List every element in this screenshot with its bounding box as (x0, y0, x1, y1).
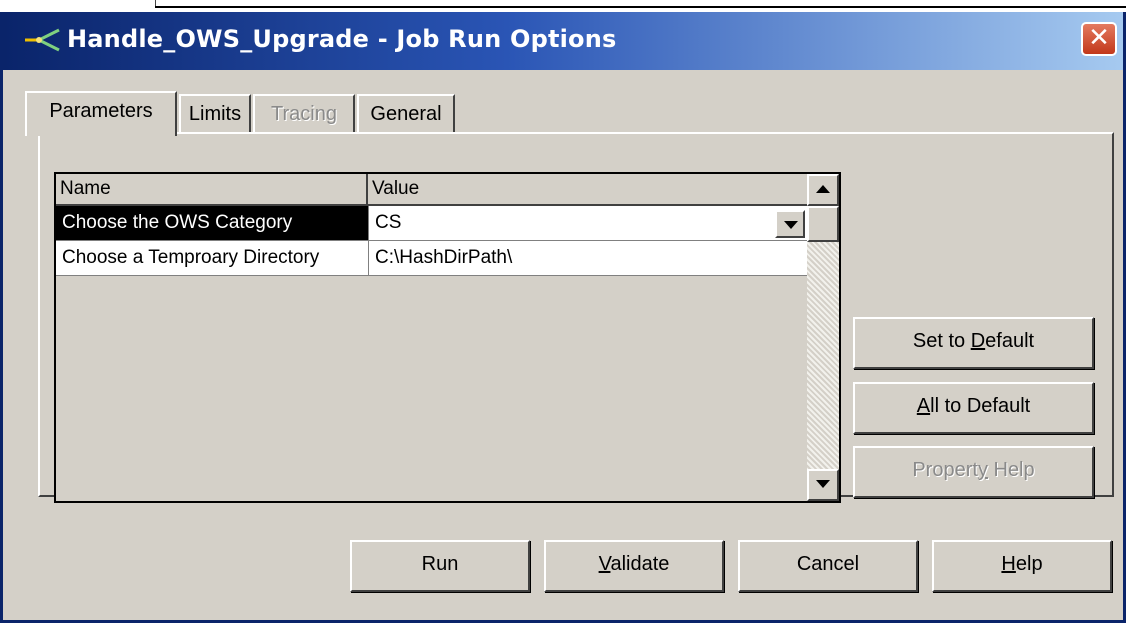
mnemonic: H (1001, 553, 1016, 575)
all-to-default-button[interactable]: All to Default (853, 382, 1094, 434)
background-line (155, 6, 1126, 8)
parameters-grid[interactable]: Name Value Choose the OWS Category CS Ch… (54, 172, 841, 503)
button-label: elp (1015, 553, 1043, 575)
window-title: Handle_OWS_Upgrade - Job Run Options (67, 25, 617, 53)
run-button[interactable]: Run (350, 540, 530, 592)
button-label: Propert (912, 459, 978, 481)
parameter-value-combo[interactable]: CS (368, 206, 809, 241)
mnemonic: A (916, 395, 931, 417)
button-label: efault (985, 330, 1035, 352)
button-label: alidate (610, 553, 670, 575)
chevron-down-icon (784, 221, 798, 229)
tab-limits[interactable]: Limits (179, 94, 251, 134)
set-to-default-button[interactable]: Set to Default (853, 317, 1094, 369)
mnemonic: y (977, 459, 988, 481)
tab-label: Limits (188, 103, 242, 125)
column-header-value[interactable]: Value (368, 174, 809, 206)
parameter-name-cell[interactable]: Choose a Temproary Directory (56, 241, 368, 276)
button-label: Cancel (796, 553, 860, 575)
dropdown-button[interactable] (775, 210, 805, 238)
mnemonic: D (970, 330, 986, 352)
parameter-name-cell[interactable]: Choose the OWS Category (56, 206, 368, 241)
tab-general[interactable]: General (357, 94, 455, 134)
table-row[interactable]: Choose the OWS Category CS (56, 206, 809, 241)
job-run-options-dialog: Handle_OWS_Upgrade - Job Run Options ✕ P… (0, 12, 1126, 623)
property-help-button: Property Help (853, 446, 1094, 498)
tab-label: Parameters (49, 100, 153, 122)
help-button[interactable]: Help (932, 540, 1112, 592)
tab-parameters[interactable]: Parameters (25, 91, 177, 136)
table-row[interactable]: Choose a Temproary Directory C:\HashDirP… (56, 241, 809, 276)
arrow-up-icon (816, 185, 830, 193)
scroll-up-button[interactable] (807, 174, 839, 206)
parameter-value-cell[interactable]: C:\HashDirPath\ (368, 241, 809, 276)
scroll-down-button[interactable] (807, 469, 839, 501)
tab-label: Tracing (271, 103, 337, 125)
vertical-scrollbar[interactable] (807, 174, 839, 501)
tab-label: General (370, 103, 442, 125)
tab-tracing: Tracing (253, 94, 355, 134)
arrow-down-icon (816, 480, 830, 488)
column-header-name[interactable]: Name (56, 174, 368, 206)
mnemonic: V (598, 553, 611, 575)
validate-button[interactable]: Validate (544, 540, 724, 592)
button-label: Set to (912, 330, 971, 352)
cancel-button[interactable]: Cancel (738, 540, 918, 592)
combo-value: CS (375, 212, 402, 233)
button-label: ll to Default (930, 395, 1031, 417)
scroll-thumb[interactable] (807, 206, 839, 242)
button-label: Help (987, 459, 1035, 481)
datastage-job-icon (25, 28, 60, 52)
close-icon[interactable]: ✕ (1081, 22, 1117, 56)
button-label: Run (421, 553, 459, 575)
title-bar[interactable]: Handle_OWS_Upgrade - Job Run Options ✕ (3, 12, 1123, 70)
